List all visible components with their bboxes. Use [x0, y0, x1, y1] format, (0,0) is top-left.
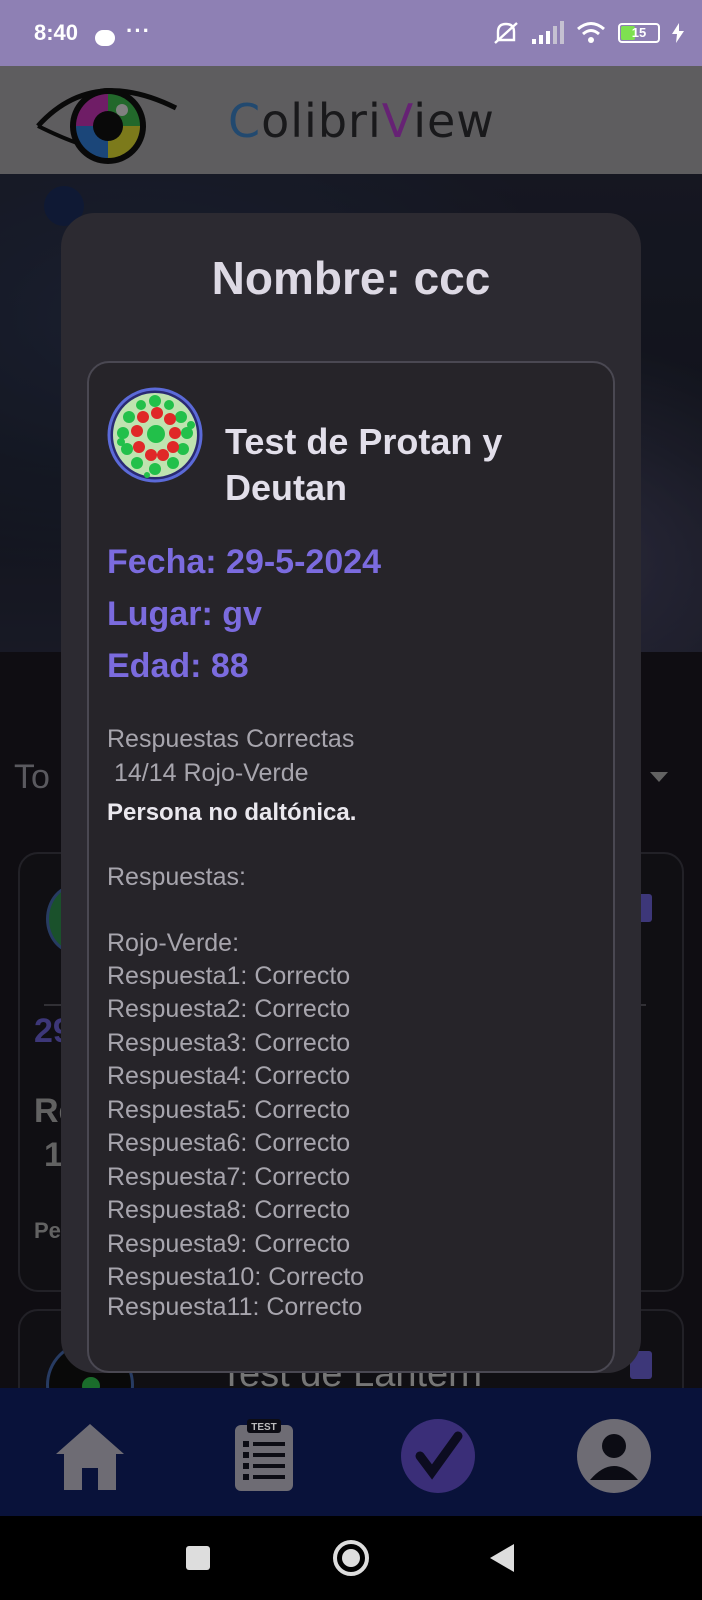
home-button-dot [342, 1549, 360, 1567]
user-icon [577, 1419, 651, 1493]
checkmark-icon [401, 1419, 475, 1493]
answer-item: Respuesta9: Correcto [107, 1230, 351, 1258]
answer-item: Respuesta6: Correcto [107, 1129, 351, 1157]
wifi-icon [577, 22, 605, 43]
test-icon-label: TEST [251, 1422, 277, 1433]
test-name: Test de Protan y Deutan [225, 421, 503, 508]
test-list-icon: TEST [235, 1419, 293, 1491]
ishihara-plate-icon [107, 387, 203, 483]
nav-results[interactable] [400, 1418, 476, 1494]
silent-alarm-icon [494, 22, 518, 44]
diagnosis-text: Persona no daltónica. [107, 799, 357, 826]
patient-age: Edad: 88 [107, 647, 249, 685]
nav-profile[interactable] [576, 1418, 652, 1494]
correct-answers-value: 14/14 Rojo-Verde [107, 759, 309, 787]
answer-item: Respuesta7: Correcto [107, 1163, 351, 1191]
correct-answers-label: Respuestas Correctas [107, 725, 355, 753]
nav-tests[interactable]: TEST [226, 1418, 302, 1494]
answer-item: Respuesta10: Correcto [107, 1263, 365, 1291]
signal-icon [532, 21, 564, 44]
test-date: Fecha: 29-5-2024 [107, 543, 382, 581]
answer-item: Respuesta2: Correcto [107, 995, 351, 1023]
back-button[interactable] [488, 1542, 516, 1574]
home-icon [56, 1424, 124, 1490]
result-detail-card: Test de Protan y Deutan Fecha: 29-5-2024… [87, 361, 615, 1373]
status-time: 8:40 [34, 20, 79, 45]
answer-item: Respuesta1: Correcto [107, 962, 351, 990]
dialog-title: Nombre: ccc [211, 252, 491, 304]
answer-item: Respuesta3: Correcto [107, 1029, 351, 1057]
battery-indicator: 15 [618, 23, 660, 43]
chat-bubble-icon [95, 30, 115, 46]
more-notifications-icon: ··· [126, 18, 151, 43]
system-navigation [0, 1516, 702, 1600]
test-place: Lugar: gv [107, 595, 262, 633]
red-green-label: Rojo-Verde: [107, 929, 240, 957]
recents-button[interactable] [186, 1546, 210, 1570]
answer-item: Respuesta4: Correcto [107, 1062, 351, 1090]
nav-home[interactable] [52, 1418, 128, 1494]
result-detail-dialog: Nombre: ccc Test de Protan y Deutan Fech… [61, 213, 641, 1373]
answer-item: Respuesta8: Correcto [107, 1196, 351, 1224]
answer-item: Respuesta5: Correcto [107, 1096, 351, 1124]
answer-item: Respuesta11: Correcto [107, 1293, 363, 1321]
answers-label: Respuestas: [107, 863, 246, 891]
status-bar: 8:40 ··· 15 [0, 0, 702, 66]
bottom-navigation: TEST [0, 1388, 702, 1516]
charging-icon [672, 23, 684, 43]
